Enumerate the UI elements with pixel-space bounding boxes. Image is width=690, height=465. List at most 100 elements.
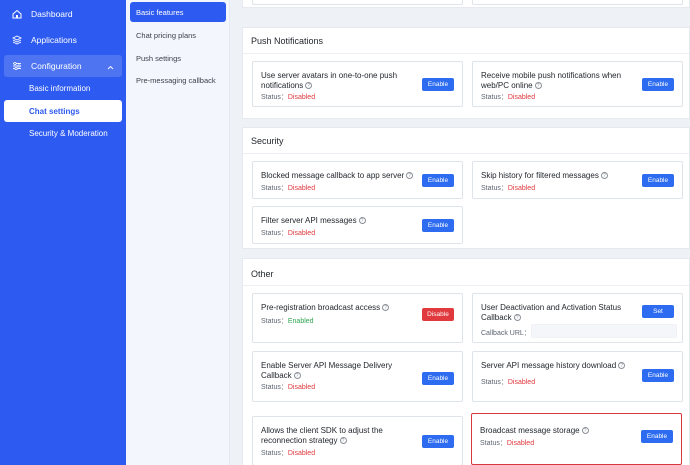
section-title-security: Security [251, 136, 284, 146]
info-icon[interactable]: ? [618, 362, 626, 369]
push-notifications-section: Push Notifications Use server avatars in… [242, 27, 690, 119]
tab-chat-pricing-plans[interactable]: Chat pricing plans [130, 25, 226, 45]
card-blocked-callback: Blocked message callback to app server? … [252, 161, 463, 199]
card-server-avatars: Use server avatars in one-to-one push no… [252, 61, 463, 107]
card-title: Receive mobile push notifications when w… [481, 71, 641, 91]
card-user-deactivation: User Deactivation and Activation Status … [472, 293, 683, 343]
callback-url-label: Callback URL： [481, 330, 531, 337]
card-title-text: Server API message history download [481, 361, 617, 370]
card-title-text: Receive mobile push notifications when w… [481, 71, 622, 90]
card-title: Use server avatars in one-to-one push no… [261, 71, 421, 91]
status-label: Status： [480, 440, 507, 447]
info-icon[interactable]: ? [513, 314, 521, 321]
card-title-text: Allows the client SDK to adjust the reco… [261, 426, 383, 445]
tab-pre-messaging-callback[interactable]: Pre-messaging callback [130, 70, 226, 90]
status-line: Status：Disabled [480, 438, 534, 448]
nav-basic-information[interactable]: Basic information [4, 77, 122, 99]
card-reconnection: Allows the client SDK to adjust the reco… [252, 416, 463, 465]
status-value: Disabled [287, 230, 316, 237]
status-line: Status：Disabled [261, 92, 315, 102]
status-value: Disabled [506, 440, 535, 447]
info-icon[interactable]: ? [406, 172, 414, 179]
status-value: Enabled [287, 318, 314, 325]
card-title: Enable Server API Message Delivery Callb… [261, 361, 421, 381]
status-value: Disabled [507, 379, 536, 386]
nav-security-moderation[interactable]: Security & Moderation [4, 122, 122, 144]
status-label: Status： [261, 384, 288, 391]
card-title: User Deactivation and Activation Status … [481, 303, 641, 323]
status-line: Status：Enabled [261, 316, 314, 326]
info-icon[interactable]: ? [339, 437, 347, 444]
layers-icon [11, 34, 23, 46]
enable-button[interactable]: Enable [422, 78, 454, 91]
card-cutoff-left [252, 0, 463, 5]
info-icon[interactable]: ? [534, 82, 542, 89]
info-icon[interactable]: ? [358, 217, 366, 224]
status-label: Status： [261, 94, 288, 101]
callback-url-input[interactable] [531, 324, 677, 338]
card-title: Broadcast message storage? [480, 426, 640, 436]
section-divider [243, 153, 689, 154]
status-label: Status： [481, 379, 508, 386]
status-line: Status：Disabled [481, 92, 535, 102]
nav-applications-label: Applications [31, 35, 77, 45]
tab-basic-features-label: Basic features [136, 7, 184, 17]
status-line: Status：Disabled [261, 448, 315, 458]
nav-dashboard[interactable]: Dashboard [4, 3, 122, 25]
nav-chat-settings[interactable]: Chat settings [4, 100, 122, 122]
status-label: Status： [261, 185, 288, 192]
enable-button[interactable]: Enable [422, 219, 454, 232]
enable-button[interactable]: Enable [642, 174, 674, 187]
status-value: Disabled [507, 185, 536, 192]
nav-security-moderation-label: Security & Moderation [29, 128, 108, 138]
nav-basic-information-label: Basic information [29, 83, 91, 93]
nav-applications[interactable]: Applications [4, 29, 122, 51]
card-delivery-callback: Enable Server API Message Delivery Callb… [252, 351, 463, 402]
enable-button[interactable]: Enable [422, 435, 454, 448]
status-label: Status： [481, 185, 508, 192]
nav-configuration-label: Configuration [31, 61, 82, 71]
enable-button[interactable]: Enable [422, 174, 454, 187]
section-divider [243, 53, 689, 54]
status-value: Disabled [287, 450, 316, 457]
status-line: Status：Disabled [261, 183, 315, 193]
info-icon[interactable]: ? [581, 427, 589, 434]
info-icon[interactable]: ? [382, 304, 390, 311]
card-title-text: Filter server API messages [261, 216, 357, 225]
card-title: Skip history for filtered messages? [481, 171, 641, 181]
enable-button[interactable]: Enable [422, 372, 454, 385]
tab-basic-features[interactable]: Basic features [130, 2, 226, 22]
tab-push-settings[interactable]: Push settings [130, 48, 226, 68]
sliders-icon [11, 60, 23, 72]
enable-button[interactable]: Enable [642, 369, 674, 382]
card-cutoff-right [472, 0, 683, 5]
status-line: Status：Disabled [481, 377, 535, 387]
settings-submenu: Basic features Chat pricing plans Push s… [126, 0, 230, 465]
home-icon [11, 8, 23, 20]
tab-chat-pricing-plans-label: Chat pricing plans [136, 30, 197, 40]
enable-button[interactable]: Enable [641, 430, 673, 443]
nav-configuration[interactable]: Configuration [4, 55, 122, 77]
card-broadcast-storage: Broadcast message storage? Status：Disabl… [471, 413, 682, 465]
status-value: Disabled [287, 384, 316, 391]
card-skip-history: Skip history for filtered messages? Stat… [472, 161, 683, 199]
card-filter-api: Filter server API messages? Status：Disab… [252, 206, 463, 244]
status-label: Status： [261, 230, 288, 237]
info-icon[interactable]: ? [305, 82, 313, 89]
section-title-push: Push Notifications [251, 36, 324, 46]
card-title-text: Skip history for filtered messages [481, 171, 599, 180]
card-mobile-push: Receive mobile push notifications when w… [472, 61, 683, 107]
status-line: Status：Disabled [261, 382, 315, 392]
info-icon[interactable]: ? [293, 372, 301, 379]
tab-pre-messaging-callback-label: Pre-messaging callback [136, 75, 216, 85]
status-line: Status：Disabled [261, 228, 315, 238]
card-title: Server API message history download? [481, 361, 641, 371]
disable-button[interactable]: Disable [422, 308, 454, 321]
status-label: Status： [481, 94, 508, 101]
status-line: Status：Disabled [481, 183, 535, 193]
set-button[interactable]: Set [642, 305, 674, 318]
card-title-text: User Deactivation and Activation Status … [481, 303, 622, 322]
info-icon[interactable]: ? [600, 172, 608, 179]
enable-button[interactable]: Enable [642, 78, 674, 91]
card-title-text: Enable Server API Message Delivery Callb… [261, 361, 393, 380]
